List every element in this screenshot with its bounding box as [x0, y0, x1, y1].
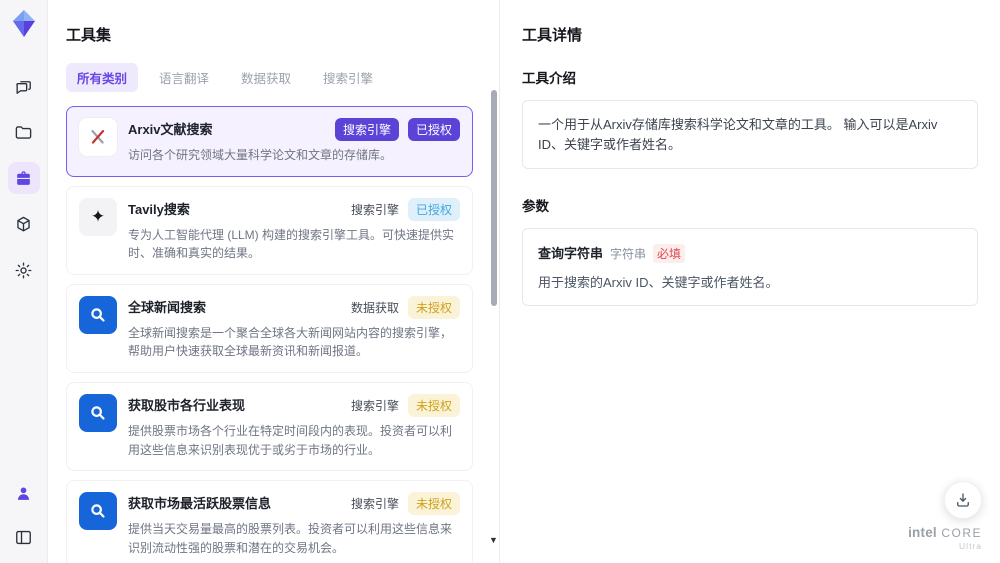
category-badge: 数据获取: [350, 300, 399, 315]
intel-sub-text: Ultra: [959, 540, 982, 551]
category-badge: 搜索引擎: [350, 497, 399, 512]
tab-1[interactable]: 语言翻译: [148, 63, 220, 92]
auth-status-badge: 未授权: [407, 492, 460, 516]
category-tabs: 所有类别 语言翻译 数据获取 搜索引擎: [66, 63, 485, 92]
search-icon: [79, 492, 117, 531]
category-badge: 搜索引擎: [350, 202, 399, 217]
tool-detail-panel: 工具详情 工具介绍 一个用于从Arxiv存储库搜索科学论文和文章的工具。 输入可…: [500, 0, 1000, 563]
scrollbar-thumb[interactable]: [491, 90, 497, 306]
app-logo-gem-icon: [8, 8, 40, 40]
intel-brand-text: intel: [908, 525, 937, 541]
auth-status-badge: 未授权: [407, 393, 460, 417]
tab-0[interactable]: 所有类别: [66, 63, 139, 92]
tab-2[interactable]: 数据获取: [230, 63, 302, 92]
parameter-name: 查询字符串: [538, 246, 604, 261]
briefcase-icon[interactable]: [7, 162, 40, 194]
tool-card-description: 提供股票市场各个行业在特定时间段内的表现。投资者可以利用这些信息来识别表现优于或…: [128, 423, 453, 457]
tool-card-description: 提供当天交易量最高的股票列表。投资者可以利用这些信息来识别流动性强的股票和潜在的…: [128, 522, 453, 555]
category-badge: 搜索引擎: [334, 118, 399, 141]
list-scrollbar[interactable]: ▼: [489, 88, 498, 563]
download-button[interactable]: [944, 481, 982, 519]
tool-card-3[interactable]: 获取股市各行业表现 搜索引擎 未授权提供股票市场各个行业在特定时间段内的表现。投资者…: [66, 381, 473, 472]
tool-card-title: Arxiv文献搜索: [128, 122, 213, 137]
parameter-type: 字符串: [610, 247, 647, 261]
tool-card-title: Tavily搜索: [128, 201, 190, 217]
tool-card-description: 访问各个研究领域大量科学论文和文章的存储库。: [128, 148, 393, 162]
tool-card-title: 全球新闻搜索: [128, 299, 207, 315]
tool-card-description: 全球新闻搜索是一个聚合全球各大新闻网站内容的搜索引擎，帮助用户快速获取全球最新资…: [128, 325, 453, 359]
parameter-description: 用于搜索的Arxiv ID、关键字或作者姓名。: [538, 275, 779, 290]
sidebar-rail: [0, 0, 48, 563]
cube-icon[interactable]: [8, 208, 40, 240]
params-section-title: 参数: [522, 199, 549, 214]
tools-panel: 工具集 所有类别 语言翻译 数据获取 搜索引擎 Arxiv文献搜索 搜索引擎 已授权 访问各…: [48, 0, 500, 563]
parameter-item: 查询字符串 字符串 必填 用于搜索的Arxiv ID、关键字或作者姓名。: [522, 228, 978, 306]
tool-card-2[interactable]: 全球新闻搜索 数据获取 未授权全球新闻搜索是一个聚合全球各大新闻网站内容的搜索引擎，…: [66, 283, 473, 373]
tool-card-title: 获取市场最活跃股票信息: [128, 496, 272, 512]
intel-core-text: CORE: [941, 526, 982, 541]
tool-intro-text: 一个用于从Arxiv存储库搜索科学论文和文章的工具。 输入可以是Arxiv ID…: [522, 100, 978, 169]
download-icon: [957, 493, 969, 507]
scroll-down-icon[interactable]: ▼: [489, 535, 498, 545]
tool-card-1[interactable]: ✦ Tavily搜索 搜索引擎 已授权专为人工智能代理 (LLM) 构建的搜索引擎工具…: [66, 185, 473, 275]
category-badge: 搜索引擎: [350, 398, 399, 413]
intro-section-title: 工具介绍: [522, 71, 576, 86]
folder-icon[interactable]: [8, 116, 40, 148]
chat-icon[interactable]: [8, 70, 40, 102]
panel-layout-icon[interactable]: [8, 521, 40, 553]
tool-card-4[interactable]: 获取市场最活跃股票信息 搜索引擎 未授权提供当天交易量最高的股票列表。投资者可以利用…: [66, 480, 473, 563]
tavily-icon: ✦: [79, 197, 117, 236]
gear-icon[interactable]: [8, 254, 40, 286]
arxiv-icon: [79, 118, 117, 156]
user-icon[interactable]: [8, 477, 40, 509]
auth-status-badge: 已授权: [407, 197, 460, 221]
auth-status-badge: 未授权: [407, 295, 460, 319]
search-icon: [79, 295, 117, 334]
tool-card-title: 获取股市各行业表现: [128, 397, 246, 413]
tab-3[interactable]: 搜索引擎: [312, 63, 384, 92]
search-icon: [79, 393, 117, 432]
tool-card-description: 专为人工智能代理 (LLM) 构建的搜索引擎工具。可快速提供实时、准确和真实的结…: [128, 227, 455, 261]
page-title: 工具集: [66, 27, 112, 44]
auth-status-badge: 已授权: [407, 118, 460, 141]
detail-title: 工具详情: [522, 27, 583, 44]
tool-card-0[interactable]: Arxiv文献搜索 搜索引擎 已授权 访问各个研究领域大量科学论文和文章的存储库。: [66, 106, 473, 177]
parameter-required-badge: 必填: [653, 244, 686, 263]
tool-card-list: Arxiv文献搜索 搜索引擎 已授权 访问各个研究领域大量科学论文和文章的存储库。 ✦ T…: [66, 106, 485, 563]
intel-core-logo: intel CORE Ultra: [908, 524, 982, 551]
